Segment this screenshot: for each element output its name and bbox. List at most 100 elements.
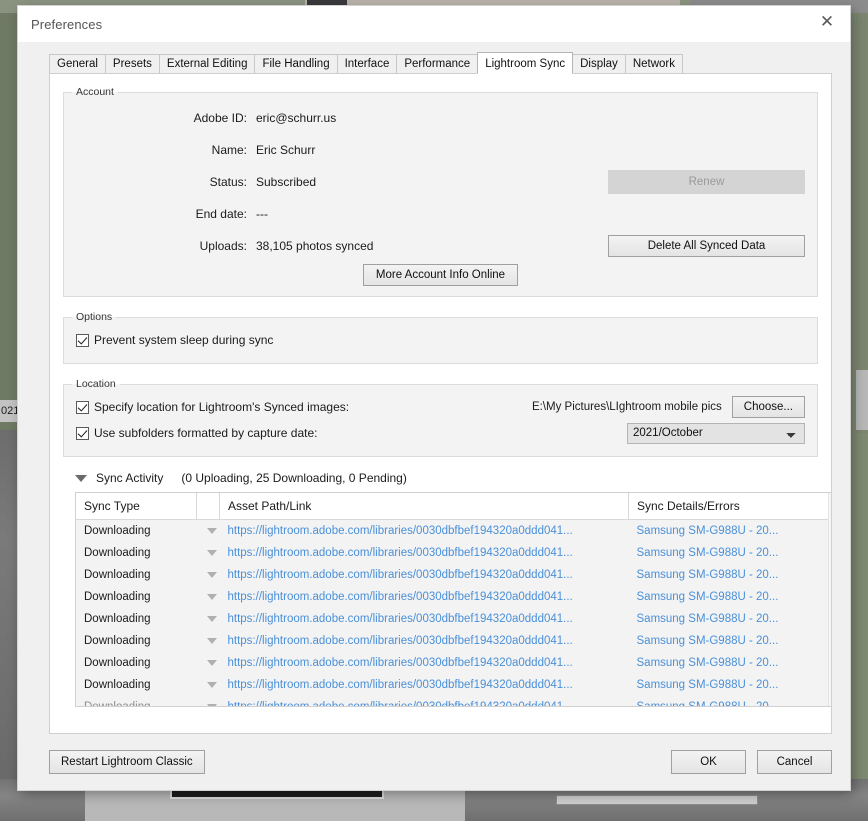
cell-sync-details[interactable]: Samsung SM-G988U - 20... — [629, 564, 829, 586]
cell-sync-type: Downloading — [84, 613, 151, 625]
scrollbar-thumb[interactable] — [831, 515, 832, 583]
tab-interface[interactable]: Interface — [336, 54, 398, 73]
sync-activity-scrollbar[interactable] — [828, 493, 832, 706]
tab-network[interactable]: Network — [624, 54, 683, 73]
cell-sync-details[interactable]: Samsung SM-G988U - 20... — [629, 520, 829, 543]
cell-asset-path[interactable]: https://lightroom.adobe.com/libraries/00… — [220, 520, 629, 543]
preferences-tabs: General Presets External Editing File Ha… — [49, 51, 850, 74]
prevent-sleep-checkbox[interactable] — [76, 333, 89, 347]
table-row[interactable]: Downloading https://lightroom.adobe.com/… — [76, 586, 828, 608]
cell-asset-path[interactable]: https://lightroom.adobe.com/libraries/00… — [220, 542, 629, 564]
ok-button[interactable]: OK — [671, 750, 746, 774]
table-row[interactable]: Downloading https://lightroom.adobe.com/… — [76, 696, 828, 706]
cell-asset-path[interactable]: https://lightroom.adobe.com/libraries/00… — [220, 564, 629, 586]
sync-activity-table-container: Sync Type Asset Path/Link Sync Details/E… — [75, 492, 832, 707]
asset-path-link[interactable]: https://lightroom.adobe.com/libraries/00… — [228, 679, 573, 691]
asset-path-link[interactable]: https://lightroom.adobe.com/libraries/00… — [228, 525, 573, 537]
cell-asset-path[interactable]: https://lightroom.adobe.com/libraries/00… — [220, 586, 629, 608]
table-row[interactable]: Downloading https://lightroom.adobe.com/… — [76, 564, 828, 586]
asset-path-link[interactable]: https://lightroom.adobe.com/libraries/00… — [228, 569, 573, 581]
cell-sync-details[interactable]: Samsung SM-G988U - 20... — [629, 542, 829, 564]
triangle-down-icon[interactable] — [197, 608, 220, 630]
asset-path-link[interactable]: https://lightroom.adobe.com/libraries/00… — [228, 591, 573, 603]
cell-sync-details[interactable]: Samsung SM-G988U - 20... — [629, 630, 829, 652]
triangle-down-icon[interactable] — [197, 586, 220, 608]
use-subfolders-label[interactable]: Use subfolders formatted by capture date… — [94, 426, 317, 440]
asset-path-link[interactable]: https://lightroom.adobe.com/libraries/00… — [228, 613, 573, 625]
column-header-sync-type[interactable]: Sync Type — [76, 493, 197, 520]
specify-location-label[interactable]: Specify location for Lightroom's Synced … — [94, 400, 349, 414]
table-row[interactable]: Downloading https://lightroom.adobe.com/… — [76, 674, 828, 696]
sync-details-link[interactable]: Samsung SM-G988U - 20... — [637, 547, 779, 559]
use-subfolders-checkbox[interactable] — [76, 426, 89, 440]
tab-performance[interactable]: Performance — [396, 54, 479, 73]
table-row[interactable]: Downloading https://lightroom.adobe.com/… — [76, 542, 828, 564]
sync-details-link[interactable]: Samsung SM-G988U - 20... — [637, 701, 779, 706]
table-row[interactable]: Downloading https://lightroom.adobe.com/… — [76, 652, 828, 674]
cell-asset-path[interactable]: https://lightroom.adobe.com/libraries/00… — [220, 696, 629, 706]
triangle-down-icon[interactable] — [197, 542, 220, 564]
cell-asset-path[interactable]: https://lightroom.adobe.com/libraries/00… — [220, 674, 629, 696]
cell-sync-type: Downloading — [84, 679, 151, 691]
triangle-down-icon[interactable] — [197, 696, 220, 706]
table-row[interactable]: Downloading https://lightroom.adobe.com/… — [76, 630, 828, 652]
tab-file-handling[interactable]: File Handling — [254, 54, 338, 73]
triangle-down-icon[interactable] — [197, 564, 220, 586]
asset-path-link[interactable]: https://lightroom.adobe.com/libraries/00… — [228, 547, 573, 559]
triangle-down-icon[interactable] — [197, 520, 220, 543]
choose-folder-button[interactable]: Choose... — [731, 396, 805, 418]
close-icon[interactable]: ✕ — [804, 6, 850, 36]
asset-path-link[interactable]: https://lightroom.adobe.com/libraries/00… — [228, 701, 573, 706]
asset-path-link[interactable]: https://lightroom.adobe.com/libraries/00… — [228, 657, 573, 669]
cell-sync-details[interactable]: Samsung SM-G988U - 20... — [629, 586, 829, 608]
cell-sync-details[interactable]: Samsung SM-G988U - 20... — [629, 696, 829, 706]
more-account-info-online-button[interactable]: More Account Info Online — [362, 264, 519, 286]
cell-sync-details[interactable]: Samsung SM-G988U - 20... — [629, 652, 829, 674]
backdrop-bottom-bar-secondary — [556, 795, 758, 805]
prevent-sleep-label[interactable]: Prevent system sleep during sync — [94, 333, 273, 347]
tab-external-editing[interactable]: External Editing — [158, 54, 256, 73]
restart-lightroom-classic-button[interactable]: Restart Lightroom Classic — [49, 750, 205, 774]
sync-details-link[interactable]: Samsung SM-G988U - 20... — [637, 613, 779, 625]
sync-details-link[interactable]: Samsung SM-G988U - 20... — [637, 525, 779, 537]
column-header-asset-path[interactable]: Asset Path/Link — [219, 493, 629, 520]
triangle-down-icon[interactable] — [197, 652, 220, 674]
table-row[interactable]: Downloading https://lightroom.adobe.com/… — [76, 520, 828, 543]
tab-general[interactable]: General — [49, 54, 106, 73]
options-group-body: Prevent system sleep during sync — [64, 323, 817, 363]
sync-details-link[interactable]: Samsung SM-G988U - 20... — [637, 635, 779, 647]
column-header-spacer — [196, 493, 220, 520]
dialog-titlebar: Preferences ✕ — [18, 6, 850, 42]
use-subfolders-row: Use subfolders formatted by capture date… — [76, 420, 805, 446]
cell-sync-type: Downloading — [84, 569, 151, 581]
adobe-id-value: eric@schurr.us — [256, 111, 337, 125]
tab-display[interactable]: Display — [572, 54, 626, 73]
sync-details-link[interactable]: Samsung SM-G988U - 20... — [637, 569, 779, 581]
cell-sync-details[interactable]: Samsung SM-G988U - 20... — [629, 674, 829, 696]
asset-path-link[interactable]: https://lightroom.adobe.com/libraries/00… — [228, 635, 573, 647]
cell-asset-path[interactable]: https://lightroom.adobe.com/libraries/00… — [220, 608, 629, 630]
tab-presets[interactable]: Presets — [104, 54, 160, 73]
chevron-down-icon[interactable] — [829, 689, 831, 706]
specify-location-checkbox[interactable] — [76, 400, 89, 414]
cell-asset-path[interactable]: https://lightroom.adobe.com/libraries/00… — [220, 630, 629, 652]
end-date-value: --- — [256, 207, 268, 221]
table-row[interactable]: Downloading https://lightroom.adobe.com/… — [76, 608, 828, 630]
prevent-sleep-row[interactable]: Prevent system sleep during sync — [76, 327, 805, 353]
triangle-down-icon[interactable] — [75, 474, 87, 482]
column-header-sync-details[interactable]: Sync Details/Errors — [628, 493, 828, 520]
options-group-legend: Options — [76, 311, 113, 323]
cancel-button[interactable]: Cancel — [757, 750, 832, 774]
sync-details-link[interactable]: Samsung SM-G988U - 20... — [637, 679, 779, 691]
sync-details-link[interactable]: Samsung SM-G988U - 20... — [637, 591, 779, 603]
delete-all-synced-data-button[interactable]: Delete All Synced Data — [608, 235, 805, 257]
sync-details-link[interactable]: Samsung SM-G988U - 20... — [637, 657, 779, 669]
cell-asset-path[interactable]: https://lightroom.adobe.com/libraries/00… — [220, 652, 629, 674]
chevron-up-icon[interactable] — [829, 493, 831, 510]
triangle-down-icon[interactable] — [197, 674, 220, 696]
cell-sync-details[interactable]: Samsung SM-G988U - 20... — [629, 608, 829, 630]
preferences-dialog: Preferences ✕ General Presets External E… — [18, 6, 850, 790]
tab-lightroom-sync[interactable]: Lightroom Sync — [477, 52, 574, 74]
capture-date-format-select[interactable]: 2021/October — [627, 422, 805, 444]
triangle-down-icon[interactable] — [197, 630, 220, 652]
